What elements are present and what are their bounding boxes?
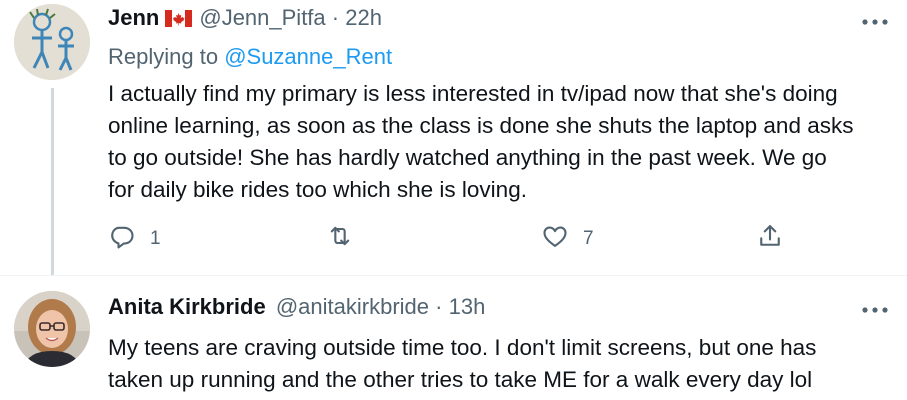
separator-dot: · <box>435 294 443 319</box>
tweet-header: Anita Kirkbride @anitakirkbride · 13h <box>108 293 485 321</box>
author-name[interactable]: Anita Kirkbride <box>108 294 266 319</box>
author-handle[interactable]: @Jenn_Pitfa <box>199 5 325 30</box>
author-handle[interactable]: @anitakirkbride <box>276 294 429 319</box>
more-icon[interactable] <box>861 14 889 25</box>
like-button[interactable]: 7 <box>541 223 594 255</box>
author-name[interactable]: Jenn <box>108 5 159 30</box>
like-count: 7 <box>583 228 594 249</box>
separator-dot: · <box>331 5 340 30</box>
share-icon <box>756 222 784 256</box>
avatar[interactable] <box>14 291 90 367</box>
tweet[interactable]: Anita Kirkbride @anitakirkbride · 13h My… <box>0 276 907 400</box>
share-button[interactable] <box>756 223 784 255</box>
tweet-text: My teens are craving outside time too. I… <box>108 335 817 392</box>
retweet-button[interactable] <box>326 223 368 255</box>
tweet-text: I actually find my primary is less inter… <box>108 81 854 202</box>
replying-to-label: Replying to <box>108 44 225 69</box>
canada-flag-icon <box>165 6 193 27</box>
replying-to: Replying to @Suzanne_Rent <box>108 43 392 71</box>
avatar[interactable] <box>14 4 90 80</box>
reply-icon <box>108 222 136 256</box>
tweet-header: Jenn @Jenn_Pitfa · 22h <box>108 4 382 32</box>
timestamp[interactable]: 22h <box>345 5 382 30</box>
thread-line <box>51 88 54 276</box>
timestamp[interactable]: 13h <box>449 294 486 319</box>
reply-button[interactable]: 1 <box>108 223 161 255</box>
more-icon[interactable] <box>861 302 889 313</box>
reply-count: 1 <box>150 228 161 249</box>
replying-to-mention[interactable]: @Suzanne_Rent <box>224 44 392 69</box>
like-icon <box>541 222 569 256</box>
retweet-icon <box>326 222 354 256</box>
tweet[interactable]: Jenn @Jenn_Pitfa · 22h Replying to @Suzan… <box>0 0 907 276</box>
